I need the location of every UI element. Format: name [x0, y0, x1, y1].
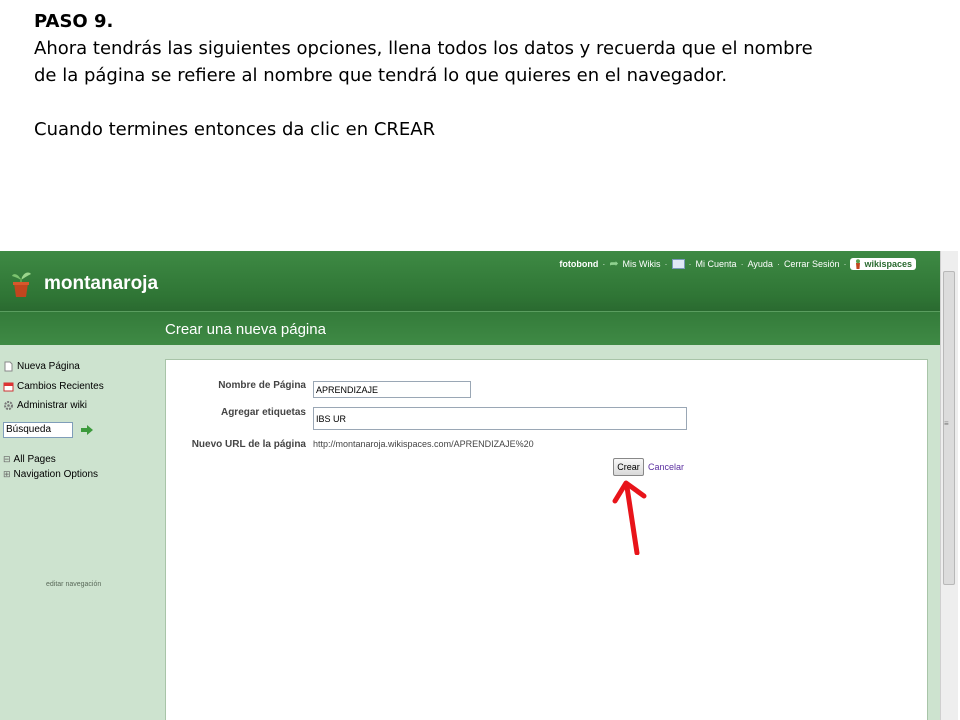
edit-navigation-link[interactable]: editar navegación — [46, 581, 101, 588]
instruction-create: Cuando termines entonces da clic en CREA… — [34, 119, 436, 140]
calendar-icon — [3, 382, 14, 392]
create-page-form: Nombre de Página APRENDIZAJE Agregar eti… — [165, 359, 928, 720]
sidebar-item-navigation-options[interactable]: ⊞ Navigation Options — [3, 469, 98, 480]
instruction-paragraph: Ahora tendrás las siguientes opciones, l… — [34, 38, 813, 86]
page-name-input[interactable]: APRENDIZAJE — [313, 381, 471, 398]
sidebar-item-label: All Pages — [13, 454, 56, 465]
page-heading-band — [0, 311, 940, 345]
logout-link[interactable]: Cerrar Sesión — [784, 259, 840, 269]
create-button[interactable]: Crear — [613, 458, 644, 476]
sidebar-item-all-pages[interactable]: ⊟ All Pages — [3, 454, 56, 465]
help-link[interactable]: Ayuda — [748, 259, 773, 269]
sidebar: Nueva Página Cambios Recientes Administr… — [0, 344, 160, 720]
my-wikis-link[interactable]: Mis Wikis — [623, 259, 661, 269]
expand-icon: ⊞ — [3, 469, 11, 479]
page-title: Crear una nueva página — [165, 321, 326, 338]
slide-text: PASO 9. Ahora tendrás las siguientes opc… — [34, 8, 834, 143]
sidebar-item-label: Navigation Options — [13, 469, 99, 480]
sidebar-item-recent-changes[interactable]: Cambios Recientes — [3, 381, 104, 392]
wiki-screenshot: montanaroja Crear una nueva página fotob… — [0, 251, 958, 720]
mail-icon[interactable] — [671, 258, 685, 269]
url-value: http://montanaroja.wikispaces.com/APREND… — [313, 439, 534, 449]
wikispaces-badge[interactable]: wikispaces — [850, 257, 916, 270]
tags-input[interactable]: IBS UR — [313, 407, 687, 430]
sidebar-item-manage-wiki[interactable]: Administrar wiki — [3, 400, 87, 411]
collapse-icon: ⊟ — [3, 454, 11, 464]
gear-icon — [4, 401, 13, 410]
flowerpot-logo-icon — [12, 272, 31, 297]
url-label: Nuevo URL de la página — [191, 439, 306, 450]
username-link[interactable]: fotobond — [559, 259, 598, 269]
step-title: PASO 9. — [34, 11, 114, 32]
sidebar-item-new-page[interactable]: Nueva Página — [3, 361, 80, 372]
sidebar-item-label: Cambios Recientes — [17, 381, 104, 392]
top-nav: fotobond · ➦ Mis Wikis · · Mi Cuenta · A… — [559, 257, 916, 270]
wikispaces-brand: wikispaces — [864, 258, 912, 269]
scrollbar-grip-icon: ≡ — [944, 419, 949, 428]
sidebar-item-label: Nueva Página — [17, 361, 80, 372]
cancel-link[interactable]: Cancelar — [648, 462, 684, 472]
wikispaces-logo-icon — [856, 258, 861, 269]
new-page-icon — [4, 361, 13, 372]
search-input[interactable]: Búsqueda — [3, 422, 73, 438]
sidebar-item-label: Administrar wiki — [17, 400, 88, 411]
wiki-header: montanaroja Crear una nueva página fotob… — [0, 251, 940, 345]
tags-label: Agregar etiquetas — [220, 407, 306, 418]
red-arrow-annotation — [612, 480, 647, 555]
forward-arrow-icon: ➦ — [609, 258, 619, 270]
search-go-arrow-icon[interactable] — [80, 424, 94, 436]
scrollbar-thumb[interactable] — [943, 271, 955, 585]
my-account-link[interactable]: Mi Cuenta — [696, 259, 737, 269]
page-name-label: Nombre de Página — [218, 380, 306, 391]
site-name[interactable]: montanaroja — [44, 273, 158, 295]
